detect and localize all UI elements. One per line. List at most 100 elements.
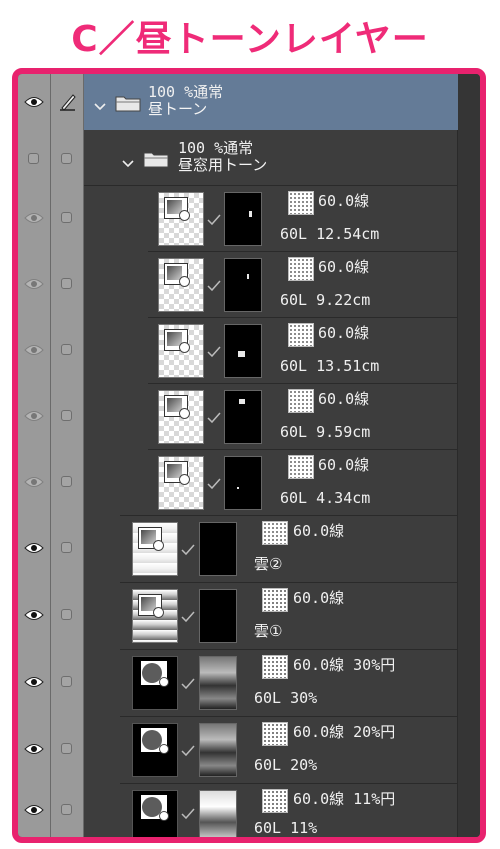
- mask-link-icon: [181, 678, 195, 690]
- layer-row-cloud-2[interactable]: 60.0線 雲②: [18, 516, 458, 582]
- edit-checkbox[interactable]: [61, 476, 72, 487]
- edit-checkbox[interactable]: [61, 410, 72, 421]
- chevron-down-icon[interactable]: [122, 160, 134, 168]
- scrollbar[interactable]: [457, 74, 480, 837]
- eye-icon[interactable]: [24, 743, 44, 755]
- eye-icon[interactable]: [24, 609, 44, 621]
- layer-mask-thumbnail: [224, 324, 262, 378]
- tone-dot-icon: [288, 257, 314, 281]
- folder-icon: [115, 96, 141, 112]
- tone-dot-icon: [262, 588, 288, 612]
- layer-row[interactable]: 60.0線 60L 9.59cm: [18, 384, 458, 449]
- tone-layer-badge-icon: [164, 197, 190, 221]
- tone-layer-badge-icon: [138, 527, 164, 551]
- eye-icon[interactable]: [24, 344, 44, 356]
- layer-row-20[interactable]: 60.0線 20%円 60L 20%: [18, 717, 458, 783]
- layer-thumbnail: [132, 656, 178, 710]
- eye-icon[interactable]: [24, 212, 44, 224]
- tone-layer-badge-icon: [164, 461, 190, 485]
- tone-layer-badge-icon: [164, 329, 190, 353]
- page-title: C／昼トーンレイヤー: [71, 19, 429, 60]
- mask-link-icon: [181, 544, 195, 556]
- mask-link-icon: [207, 478, 221, 490]
- layer-info: 60L 20%: [254, 756, 318, 774]
- edit-checkbox[interactable]: [61, 743, 72, 754]
- tone-setting: 60.0線 20%円: [293, 723, 396, 741]
- layer-panel: 100 %通常 昼トーン 100 %通常 昼窓用トーン 60.0線 60L 12…: [12, 68, 486, 843]
- layer-mask-thumbnail: [199, 790, 237, 837]
- tone-layer-badge-icon: [164, 395, 190, 419]
- folder-row-day-tone[interactable]: 100 %通常 昼トーン: [18, 74, 458, 130]
- eye-icon[interactable]: [24, 278, 44, 290]
- layer-info: 60L 12.54cm: [280, 225, 380, 243]
- layer-info: 60L 30%: [254, 689, 318, 707]
- layer-info: 60L 4.34cm: [280, 489, 371, 507]
- layer-row[interactable]: 60.0線 60L 9.22cm: [18, 252, 458, 317]
- layer-thumbnail: [158, 456, 204, 510]
- eye-icon[interactable]: [24, 542, 44, 554]
- tone-setting: 60.0線 30%円: [293, 656, 396, 674]
- layer-row-cloud-1[interactable]: 60.0線 雲①: [18, 583, 458, 649]
- folder-icon: [143, 152, 169, 168]
- edit-checkbox[interactable]: [61, 804, 72, 815]
- layer-info: 60L 9.22cm: [280, 291, 371, 309]
- eye-icon[interactable]: [24, 96, 44, 108]
- eye-icon[interactable]: [24, 410, 44, 422]
- mask-link-icon: [207, 412, 221, 424]
- folder-row-window-tone[interactable]: 100 %通常 昼窓用トーン: [18, 130, 458, 186]
- pencil-icon[interactable]: [59, 93, 77, 111]
- tone-setting: 60.0線: [318, 258, 370, 276]
- mask-link-icon: [181, 808, 195, 820]
- tone-layer-badge-icon: [164, 263, 190, 287]
- tone-dot-icon: [288, 191, 314, 215]
- layer-thumbnail: [132, 589, 178, 643]
- layer-info: 60L 9.59cm: [280, 423, 371, 441]
- edit-checkbox[interactable]: [61, 542, 72, 553]
- circle-tone-badge-icon: [141, 661, 169, 687]
- tone-setting: 60.0線: [318, 192, 370, 210]
- visibility-checkbox[interactable]: [28, 153, 39, 164]
- layer-row[interactable]: 60.0線 60L 13.51cm: [18, 318, 458, 383]
- tone-dot-icon: [262, 789, 288, 813]
- chevron-down-icon[interactable]: [94, 103, 106, 111]
- tone-setting: 60.0線: [318, 390, 370, 408]
- layer-mask-thumbnail: [199, 656, 237, 710]
- layer-row[interactable]: 60.0線 60L 4.34cm: [18, 450, 458, 515]
- circle-tone-badge-icon: [141, 728, 169, 754]
- layer-name: 雲②: [254, 555, 283, 573]
- layer-info: 60L 13.51cm: [280, 357, 380, 375]
- layer-mask-thumbnail: [224, 258, 262, 312]
- eye-icon[interactable]: [24, 476, 44, 488]
- layer-mask-thumbnail: [224, 390, 262, 444]
- tone-dot-icon: [288, 323, 314, 347]
- layer-thumbnail: [132, 522, 178, 576]
- edit-checkbox[interactable]: [61, 676, 72, 687]
- layer-mask-thumbnail: [199, 589, 237, 643]
- layer-mask-thumbnail: [199, 522, 237, 576]
- edit-checkbox[interactable]: [61, 344, 72, 355]
- layer-row[interactable]: 60.0線 60L 12.54cm: [18, 186, 458, 251]
- mask-link-icon: [207, 346, 221, 358]
- tone-dot-icon: [288, 455, 314, 479]
- eye-icon[interactable]: [24, 676, 44, 688]
- eye-icon[interactable]: [24, 804, 44, 816]
- edit-checkbox[interactable]: [61, 153, 72, 164]
- edit-checkbox[interactable]: [61, 212, 72, 223]
- tone-setting: 60.0線: [318, 456, 370, 474]
- mask-link-icon: [181, 611, 195, 623]
- edit-checkbox[interactable]: [61, 609, 72, 620]
- edit-checkbox[interactable]: [61, 278, 72, 289]
- tone-dot-icon: [288, 389, 314, 413]
- layer-thumbnail: [158, 192, 204, 246]
- layer-thumbnail: [158, 390, 204, 444]
- tone-setting: 60.0線: [293, 589, 345, 607]
- tone-dot-icon: [262, 521, 288, 545]
- mask-link-icon: [207, 214, 221, 226]
- tone-setting: 60.0線: [293, 522, 345, 540]
- layer-row-30[interactable]: 60.0線 30%円 60L 30%: [18, 650, 458, 716]
- layer-mask-thumbnail: [224, 456, 262, 510]
- tone-layer-badge-icon: [138, 594, 164, 618]
- circle-tone-badge-icon: [141, 795, 169, 821]
- tone-dot-icon: [262, 722, 288, 746]
- layer-row-11[interactable]: 60.0線 11%円 60L 11%: [18, 784, 458, 837]
